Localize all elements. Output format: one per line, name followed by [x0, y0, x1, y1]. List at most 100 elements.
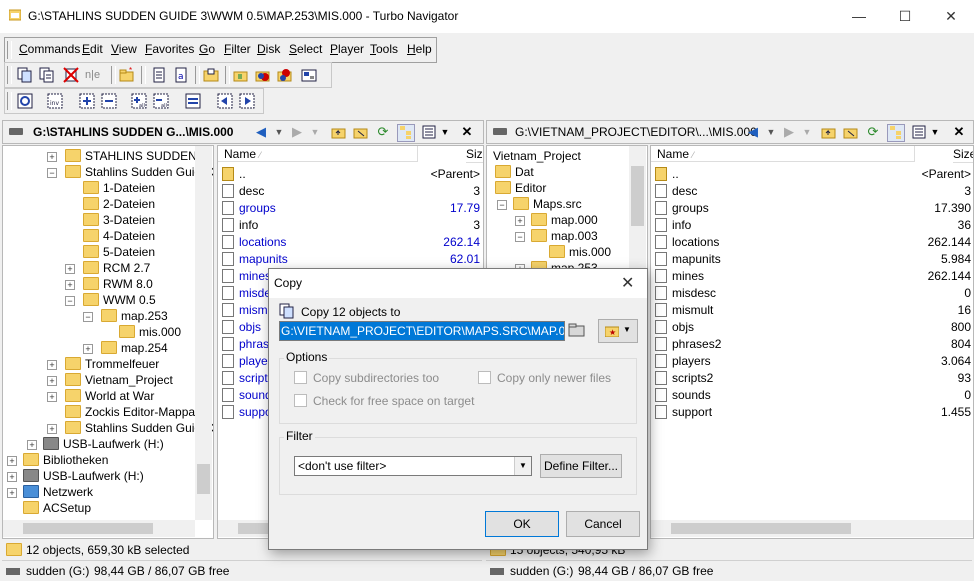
file-row[interactable]: locations 262.144: [655, 234, 971, 251]
tree-item[interactable]: STAHLINS SUDDEN G: [65, 148, 209, 164]
expand-icon[interactable]: +: [7, 456, 17, 466]
back-dropdown-icon[interactable]: ▼: [271, 124, 287, 140]
tree-item[interactable]: Maps.src: [513, 196, 582, 212]
swap-panels-icon[interactable]: [185, 93, 201, 109]
column-header-size[interactable]: Size: [953, 146, 973, 163]
expand-icon[interactable]: +: [47, 424, 57, 434]
file-list-horizontal-scrollbar[interactable]: [651, 520, 973, 537]
tree-vertical-scrollbar[interactable]: [195, 146, 212, 520]
back-dropdown-icon[interactable]: ▼: [763, 124, 779, 140]
collapse-icon[interactable]: −: [47, 168, 57, 178]
tree-item[interactable]: Stahlins Sudden Guide 3: [65, 164, 213, 180]
tree-item[interactable]: map.254: [101, 340, 168, 356]
refresh-panel-icon[interactable]: ⟳: [375, 124, 391, 140]
expand-icon[interactable]: +: [47, 152, 57, 162]
menu-favorites[interactable]: Favorites: [145, 42, 194, 56]
view-mode-icon[interactable]: [911, 124, 927, 140]
check-free-space-checkbox[interactable]: Check for free space on target: [294, 394, 474, 408]
select-minus-icon[interactable]: [101, 93, 117, 109]
forward-dropdown-icon[interactable]: ▼: [307, 124, 323, 140]
tree-item[interactable]: Bibliotheken: [23, 452, 108, 468]
expand-icon[interactable]: +: [7, 488, 17, 498]
tree-item[interactable]: Vietnam_Project: [65, 372, 173, 388]
view-dropdown-icon[interactable]: ▼: [927, 124, 943, 140]
root-folder-icon[interactable]: [353, 124, 369, 140]
expand-icon[interactable]: +: [47, 392, 57, 402]
folder-red-icon[interactable]: [255, 67, 271, 83]
file-row[interactable]: players 3.064: [655, 353, 971, 370]
file-row[interactable]: .. <Parent>: [222, 166, 480, 183]
deselect-all-icon[interactable]: all: [153, 93, 169, 109]
view-file-icon[interactable]: [151, 67, 167, 83]
file-row[interactable]: phrases2 804: [655, 336, 971, 353]
expand-icon[interactable]: +: [83, 344, 93, 354]
define-filter-button[interactable]: Define Filter...: [540, 454, 622, 478]
chevron-down-icon[interactable]: ▼: [514, 457, 531, 475]
collapse-icon[interactable]: −: [497, 200, 507, 210]
menu-disk[interactable]: Disk: [257, 42, 280, 56]
copy-newer-checkbox[interactable]: Copy only newer files: [478, 371, 611, 385]
tree-item[interactable]: RCM 2.7: [83, 260, 150, 276]
tree-item[interactable]: Trommelfeuer: [65, 356, 159, 372]
file-row-selected[interactable]: locations 262.14: [222, 234, 480, 251]
copy-subdirectories-checkbox[interactable]: Copy subdirectories too: [294, 371, 439, 385]
tree-item[interactable]: 5-Dateien: [83, 244, 155, 260]
file-row[interactable]: sounds 0: [655, 387, 971, 404]
file-row[interactable]: info 36: [655, 217, 971, 234]
menu-filter[interactable]: Filter: [224, 42, 251, 56]
tree-item[interactable]: map.253: [101, 308, 168, 324]
file-row[interactable]: misdesc 0: [655, 285, 971, 302]
file-row-selected[interactable]: mapunits 62.01: [222, 251, 480, 268]
forward-arrow-icon[interactable]: ▶: [289, 124, 305, 140]
move-icon[interactable]: [39, 67, 55, 83]
column-header-size[interactable]: Size: [466, 146, 483, 163]
tree-item[interactable]: Stahlins Sudden Guide 3: [65, 420, 213, 436]
toolbar-grip[interactable]: [7, 92, 12, 110]
file-row[interactable]: mapunits 5.984: [655, 251, 971, 268]
file-row[interactable]: info 3: [222, 217, 480, 234]
root-folder-icon[interactable]: [843, 124, 859, 140]
left-panel-path[interactable]: G:\STAHLINS SUDDEN G...\MIS.000: [33, 125, 233, 139]
tree-toggle-icon[interactable]: [397, 124, 415, 142]
expand-icon[interactable]: +: [27, 440, 37, 450]
tree-item[interactable]: WWM 0.5: [83, 292, 156, 308]
menu-tools[interactable]: Tools: [370, 42, 398, 56]
ok-button[interactable]: OK: [485, 511, 559, 537]
tree-item[interactable]: 2-Dateien: [83, 196, 155, 212]
back-arrow-icon[interactable]: ◀: [745, 124, 761, 140]
file-row[interactable]: .. <Parent>: [655, 166, 971, 183]
refresh-panel-icon[interactable]: ⟳: [865, 124, 881, 140]
tree-item[interactable]: Dat: [495, 164, 534, 180]
parent-folder-icon[interactable]: [331, 124, 347, 140]
tree-item[interactable]: ACSetup: [23, 500, 91, 516]
expand-icon[interactable]: +: [65, 264, 75, 274]
tree-item[interactable]: USB-Laufwerk (H:): [43, 436, 164, 452]
tree-item[interactable]: 1-Dateien: [83, 180, 155, 196]
tree-item[interactable]: 4-Dateien: [83, 228, 155, 244]
column-header-name[interactable]: Name ⁄: [218, 146, 418, 162]
dialog-close-button[interactable]: ✕: [621, 273, 634, 293]
collapse-icon[interactable]: −: [65, 296, 75, 306]
invert-selection-icon[interactable]: inv: [47, 93, 63, 109]
menu-edit[interactable]: Edit: [82, 42, 103, 56]
right-panel-path[interactable]: G:\VIETNAM_PROJECT\EDITOR\...\MIS.000: [515, 125, 757, 139]
file-row-selected[interactable]: mines: [222, 268, 271, 285]
file-row[interactable]: mismult 16: [655, 302, 971, 319]
close-panel-icon[interactable]: ✕: [951, 124, 967, 140]
select-plus-icon[interactable]: [79, 93, 95, 109]
forward-dropdown-icon[interactable]: ▼: [799, 124, 815, 140]
folder-tool-icon[interactable]: [233, 67, 249, 83]
tree-item[interactable]: 3-Dateien: [83, 212, 155, 228]
menu-player[interactable]: Player: [330, 42, 364, 56]
menu-commands[interactable]: Commands: [19, 42, 80, 56]
new-folder-icon[interactable]: *: [119, 66, 135, 83]
expand-icon[interactable]: +: [7, 472, 17, 482]
file-row[interactable]: groups 17.390: [655, 200, 971, 217]
copy-icon[interactable]: [17, 67, 33, 83]
tree-item[interactable]: Vietnam_Project: [493, 148, 581, 164]
menu-help[interactable]: Help: [407, 42, 432, 56]
expand-icon[interactable]: +: [515, 216, 525, 226]
tree-item[interactable]: World at War: [65, 388, 154, 404]
parent-folder-icon[interactable]: [821, 124, 837, 140]
forward-arrow-icon[interactable]: ▶: [781, 124, 797, 140]
